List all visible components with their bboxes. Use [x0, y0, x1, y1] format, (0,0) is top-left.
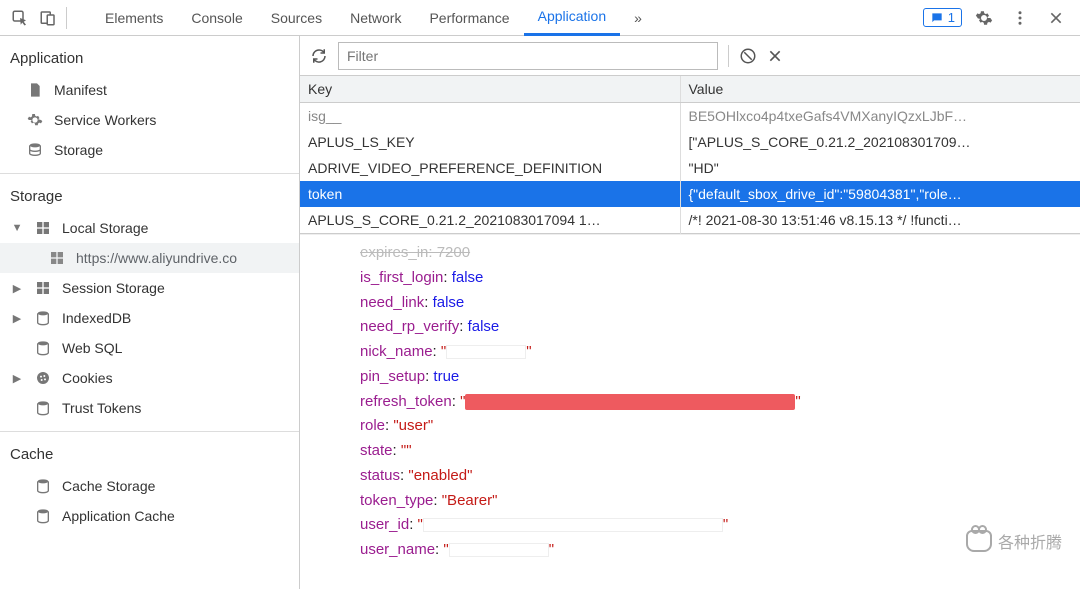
- sidebar-item-application-cache[interactable]: Application Cache: [0, 501, 299, 531]
- divider: [66, 7, 67, 29]
- device-toggle-icon[interactable]: [34, 4, 62, 32]
- sidebar-item-cookies[interactable]: ▶ Cookies: [0, 363, 299, 393]
- value-preview: expires_in: 7200 is_first_login: falsene…: [300, 234, 1080, 589]
- gear-icon: [26, 111, 44, 129]
- chevron-down-icon: ▼: [12, 222, 22, 234]
- inspect-element-icon[interactable]: [6, 4, 34, 32]
- database-icon: [34, 339, 52, 357]
- preview-cut-line: expires_in: 7200: [360, 241, 1072, 266]
- table-row[interactable]: APLUS_S_CORE_0.21.2_2021083017094 1…/*! …: [300, 207, 1080, 234]
- content-toolbar: [300, 36, 1080, 76]
- section-heading-storage: Storage: [0, 182, 299, 213]
- sidebar-item-trust-tokens[interactable]: Trust Tokens: [0, 393, 299, 423]
- table-row[interactable]: ADRIVE_VIDEO_PREFERENCE_DEFINITION"HD": [300, 155, 1080, 181]
- tab-performance[interactable]: Performance: [415, 0, 523, 36]
- storage-content: Key Value isg__BE5OHlxco4p4txeGafs4VMXan…: [300, 36, 1080, 589]
- storage-table: Key Value isg__BE5OHlxco4p4txeGafs4VMXan…: [300, 76, 1080, 234]
- col-value[interactable]: Value: [680, 76, 1080, 103]
- sidebar-item-websql[interactable]: Web SQL: [0, 333, 299, 363]
- sidebar-item-session-storage[interactable]: ▶ Session Storage: [0, 273, 299, 303]
- storage-grid-icon: [34, 219, 52, 237]
- tab-console[interactable]: Console: [177, 0, 256, 36]
- chevron-right-icon: ▶: [12, 312, 22, 325]
- filter-input[interactable]: [338, 42, 718, 70]
- database-icon: [26, 141, 44, 159]
- database-icon: [34, 507, 52, 525]
- wechat-icon: [966, 530, 992, 552]
- table-row[interactable]: isg__BE5OHlxco4p4txeGafs4VMXanyIQzxLJbF…: [300, 103, 1080, 130]
- kebab-menu-icon[interactable]: [1006, 4, 1034, 32]
- table-row[interactable]: token{"default_sbox_drive_id":"59804381"…: [300, 181, 1080, 207]
- clear-all-icon[interactable]: [739, 47, 757, 65]
- issues-count: 1: [948, 10, 955, 25]
- tab-overflow[interactable]: »: [620, 0, 656, 36]
- file-icon: [26, 81, 44, 99]
- tab-sources[interactable]: Sources: [257, 0, 336, 36]
- database-icon: [34, 477, 52, 495]
- storage-grid-icon: [34, 279, 52, 297]
- gear-icon[interactable]: [970, 4, 998, 32]
- sidebar-item-service-workers[interactable]: Service Workers: [0, 105, 299, 135]
- refresh-icon[interactable]: [310, 47, 328, 65]
- storage-grid-icon: [48, 249, 66, 267]
- tab-application[interactable]: Application: [524, 0, 621, 36]
- sidebar-item-manifest[interactable]: Manifest: [0, 75, 299, 105]
- database-icon: [34, 309, 52, 327]
- devtools-tab-bar: Elements Console Sources Network Perform…: [0, 0, 1080, 36]
- close-icon[interactable]: [1042, 4, 1070, 32]
- section-heading-cache: Cache: [0, 440, 299, 471]
- watermark: 各种折腾: [966, 529, 1062, 553]
- section-heading-application: Application: [0, 44, 299, 75]
- delete-icon[interactable]: [767, 48, 783, 64]
- chevron-right-icon: ▶: [12, 282, 22, 295]
- application-sidebar: Application Manifest Service Workers Sto…: [0, 36, 300, 589]
- table-row[interactable]: APLUS_LS_KEY["APLUS_S_CORE_0.21.2_202108…: [300, 129, 1080, 155]
- divider: [728, 45, 729, 67]
- tab-network[interactable]: Network: [336, 0, 415, 36]
- sidebar-item-storage-overview[interactable]: Storage: [0, 135, 299, 165]
- sidebar-item-cache-storage[interactable]: Cache Storage: [0, 471, 299, 501]
- col-key[interactable]: Key: [300, 76, 680, 103]
- panel-tabs: Elements Console Sources Network Perform…: [91, 0, 923, 36]
- cookie-icon: [34, 369, 52, 387]
- sidebar-item-origin[interactable]: https://www.aliyundrive.co: [0, 243, 299, 273]
- sidebar-item-indexeddb[interactable]: ▶ IndexedDB: [0, 303, 299, 333]
- tab-elements[interactable]: Elements: [91, 0, 177, 36]
- chevron-right-icon: ▶: [12, 372, 22, 385]
- sidebar-item-local-storage[interactable]: ▼ Local Storage: [0, 213, 299, 243]
- toolbar-right: 1: [923, 4, 1074, 32]
- database-icon: [34, 399, 52, 417]
- issues-badge[interactable]: 1: [923, 8, 962, 27]
- divider: [0, 431, 299, 432]
- divider: [0, 173, 299, 174]
